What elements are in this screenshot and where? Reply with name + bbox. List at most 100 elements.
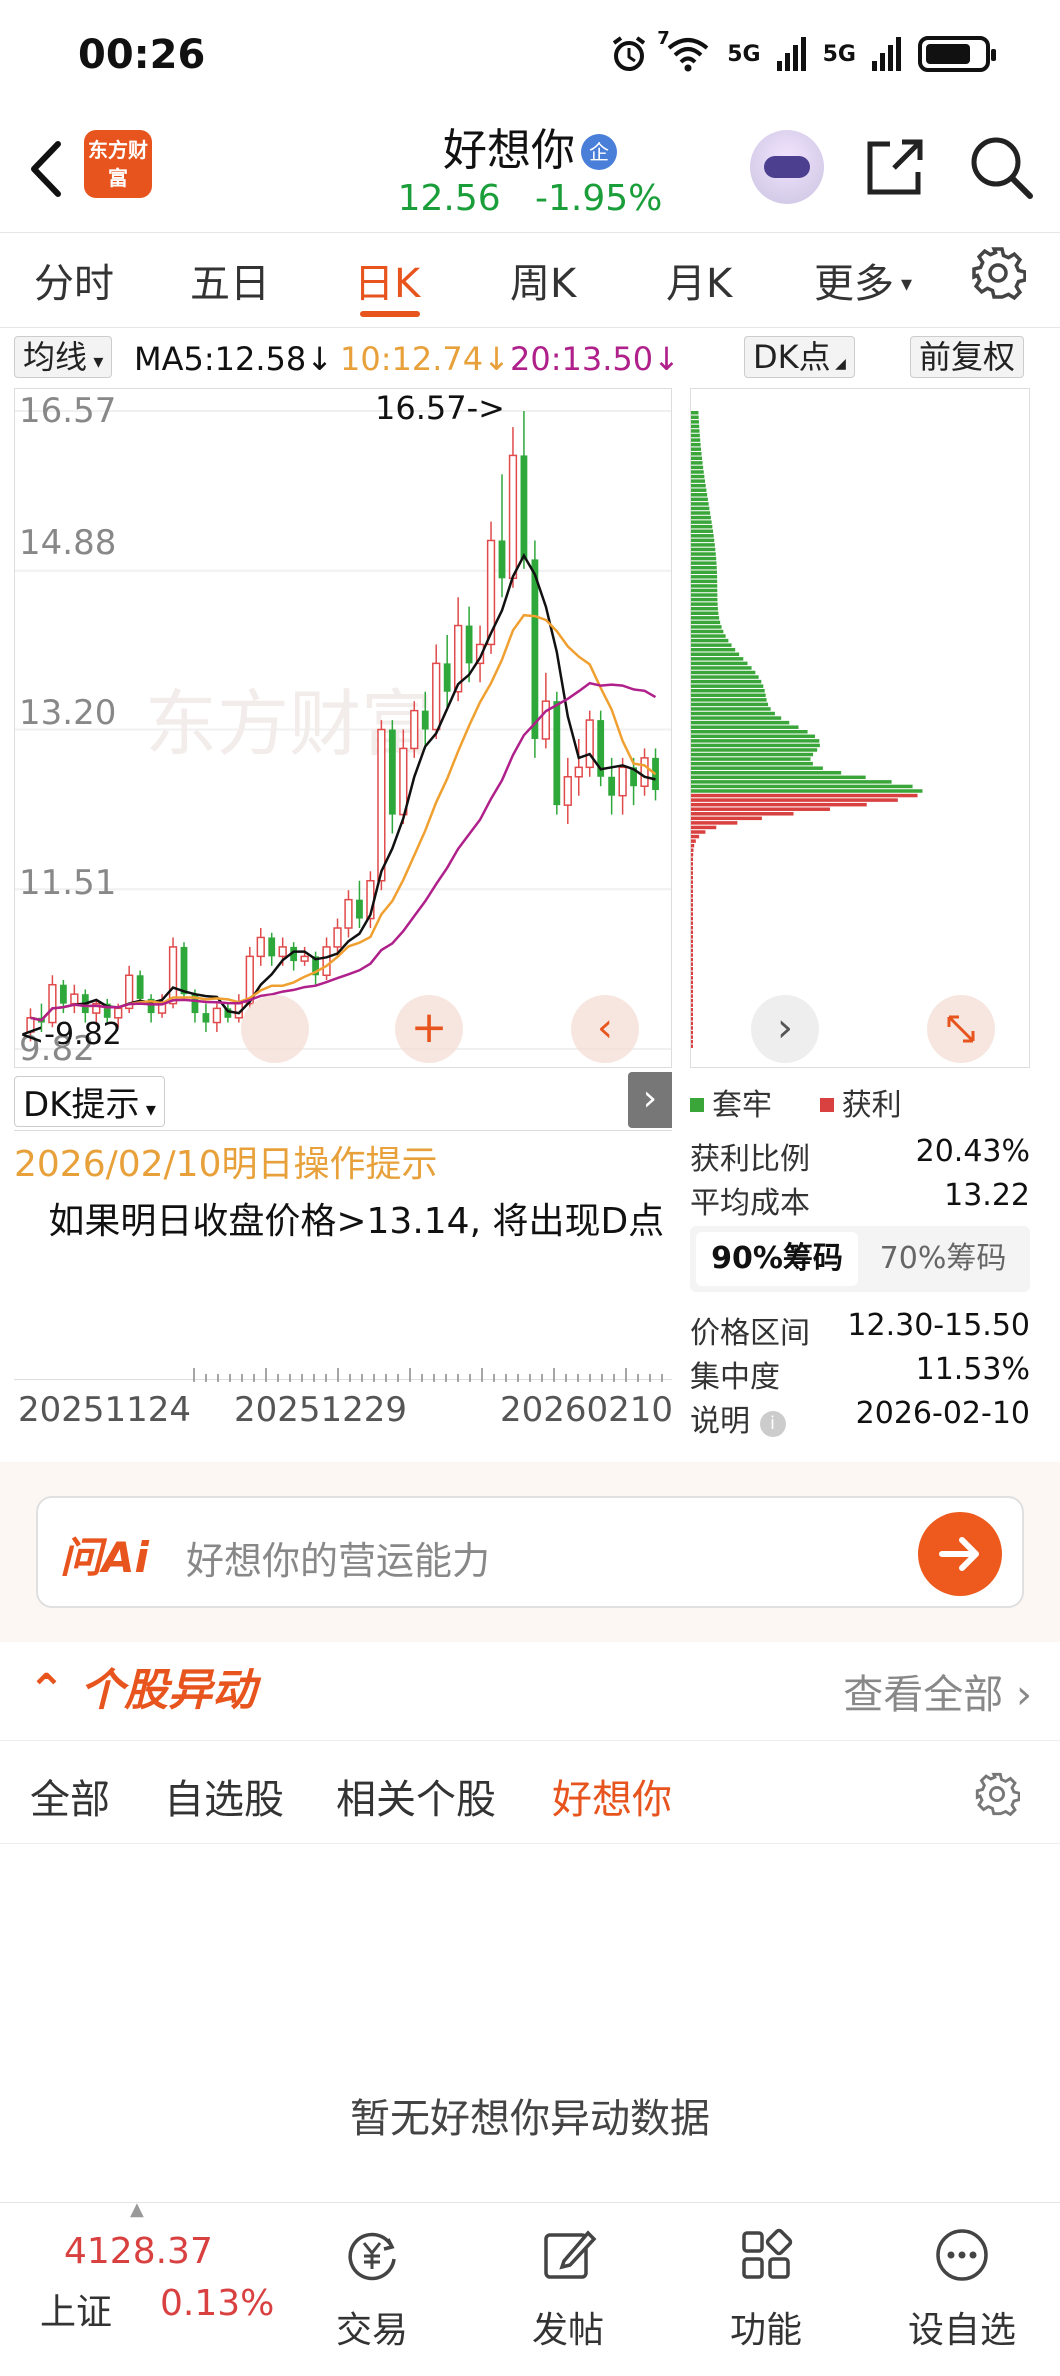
- dk-panel-toggle[interactable]: ›: [628, 1072, 672, 1128]
- chip-bar: [691, 506, 710, 511]
- chip-bar: [691, 511, 711, 515]
- scroll-left-button[interactable]: ‹: [571, 995, 639, 1063]
- chip-bar: [691, 606, 718, 611]
- chip-bar: [691, 438, 701, 442]
- kline-chart[interactable]: 东方财富 16.57 14.88 13.20 11.51 9.82 16.57-…: [14, 388, 672, 1069]
- info-icon[interactable]: i: [759, 1411, 786, 1437]
- chip-bar: [691, 647, 736, 652]
- chip-bar: [691, 1017, 693, 1021]
- stock-header: 东方财富 好想你企 12.56 -1.95%: [0, 110, 1060, 230]
- adjust-select[interactable]: 前复权: [910, 336, 1025, 378]
- candle-body: [553, 701, 561, 806]
- chip-bar: [691, 474, 705, 479]
- chip-bar: [691, 543, 715, 547]
- chip-bar: [691, 980, 693, 985]
- chip-bar: [691, 447, 702, 451]
- tab-monthly-k[interactable]: 月K: [666, 251, 732, 309]
- chip-bar: [691, 661, 748, 666]
- chip-bar: [691, 775, 866, 780]
- index-value[interactable]: 4128.37: [64, 2231, 213, 2272]
- tab-related[interactable]: 相关个股: [336, 1767, 496, 1825]
- chip-bar: [691, 520, 712, 524]
- tab-watchlist[interactable]: 自选股: [164, 1767, 284, 1825]
- add-indicator-button[interactable]: +: [395, 995, 463, 1063]
- index-name[interactable]: 上证: [40, 2283, 112, 2335]
- chip-bar: [691, 593, 718, 597]
- chip-bar: [691, 442, 701, 447]
- tab-daily-k[interactable]: 日K: [354, 251, 420, 309]
- view-all-link[interactable]: 查看全部 ›: [843, 1662, 1032, 1720]
- candle-body: [421, 710, 429, 730]
- legend-swatch-trapped: [690, 1098, 704, 1112]
- chip-bar: [691, 730, 808, 734]
- dk-tip-label: DK提示: [23, 1085, 140, 1125]
- chip-bar: [691, 907, 693, 912]
- tab-weekly-k[interactable]: 周K: [510, 251, 576, 309]
- chip-bar: [691, 625, 722, 629]
- chip-bar: [691, 884, 693, 889]
- tab-more[interactable]: 更多 ▾: [814, 251, 912, 309]
- dk-point-select[interactable]: DK点 ◢: [744, 336, 855, 378]
- chip-bar: [691, 616, 720, 620]
- chip-bar: [691, 424, 700, 429]
- chip-bar: [691, 497, 708, 502]
- stat-concentration: 集中度 11.53%: [690, 1352, 1030, 1396]
- ai-placeholder: 好想你的营运能力: [186, 1539, 491, 1583]
- candle-body: [322, 946, 331, 977]
- expand-button[interactable]: [927, 995, 995, 1063]
- ai-assistant-icon[interactable]: [750, 130, 824, 204]
- tab-intraday[interactable]: 分时: [34, 251, 114, 309]
- chip-bar: [691, 853, 694, 857]
- y-axis-label: 13.20: [19, 693, 117, 733]
- nav-add-watchlist[interactable]: 设自选: [902, 2225, 1022, 2353]
- candle-body: [520, 455, 528, 560]
- chip-bar: [691, 761, 813, 766]
- chip-bar: [691, 880, 693, 884]
- ma-mode-select[interactable]: 均线 ▾: [14, 336, 113, 378]
- index-change[interactable]: 0.13%: [160, 2283, 274, 2324]
- ai-submit-button[interactable]: [918, 1512, 1002, 1596]
- movements-title[interactable]: ⌃ 个股异动: [28, 1654, 256, 1718]
- caret-down-icon: ▾: [139, 1097, 156, 1121]
- chip-bar: [691, 702, 769, 707]
- pct-90-tab[interactable]: 90%筹码: [696, 1232, 858, 1286]
- chip-bar: [691, 461, 703, 465]
- candle-body: [168, 946, 178, 1005]
- prev-period-button[interactable]: [241, 995, 309, 1063]
- chip-bar: [691, 1030, 693, 1035]
- dk-tip-select[interactable]: DK提示 ▾: [14, 1076, 165, 1127]
- chip-bar: [691, 898, 693, 903]
- chip-bar: [691, 793, 918, 798]
- legend-swatch-profit: [819, 1098, 834, 1112]
- dk-label: DK点: [753, 338, 831, 376]
- pct-70-tab[interactable]: 70%筹码: [862, 1232, 1024, 1286]
- nav-trade[interactable]: 交易: [312, 2225, 432, 2353]
- chip-bar: [691, 757, 811, 761]
- tab-five-day[interactable]: 五日: [190, 251, 270, 309]
- chip-bar: [691, 1012, 693, 1017]
- yen-cycle-icon: [348, 2232, 396, 2281]
- settings-gear-icon[interactable]: [974, 1771, 1020, 1817]
- chip-distribution-chart[interactable]: ›: [690, 388, 1030, 1068]
- scroll-right-button[interactable]: ›: [751, 995, 819, 1063]
- chip-bar: [691, 1021, 693, 1026]
- bottom-nav: ▲ 4128.37 上证 0.13% 交易 发帖 功能 设自选: [0, 2199, 1060, 2376]
- ma-indicator-bar: 均线 ▾ MA5:12.58↓ 10:12.74↓ 20:13.50↓ DK点 …: [0, 332, 1060, 382]
- chip-bar: [691, 1035, 693, 1039]
- chip-bar: [691, 925, 693, 930]
- signal-icon: [872, 37, 901, 71]
- share-icon[interactable]: [864, 136, 926, 198]
- tab-all[interactable]: 全部: [30, 1767, 110, 1825]
- settings-gear-icon[interactable]: [970, 245, 1026, 301]
- ai-ask-input[interactable]: 问Ai 好想你的营运能力: [36, 1496, 1024, 1608]
- search-icon[interactable]: [968, 134, 1034, 200]
- chip-bar: [691, 552, 716, 556]
- chip-bar: [691, 575, 718, 579]
- chip-bar: [691, 433, 700, 438]
- chip-bar: [691, 411, 699, 415]
- nav-functions[interactable]: 功能: [706, 2225, 826, 2353]
- tab-current-stock[interactable]: 好想你: [552, 1767, 672, 1825]
- chip-bar: [691, 971, 693, 976]
- nav-post[interactable]: 发帖: [508, 2225, 628, 2353]
- candle-body: [333, 927, 342, 948]
